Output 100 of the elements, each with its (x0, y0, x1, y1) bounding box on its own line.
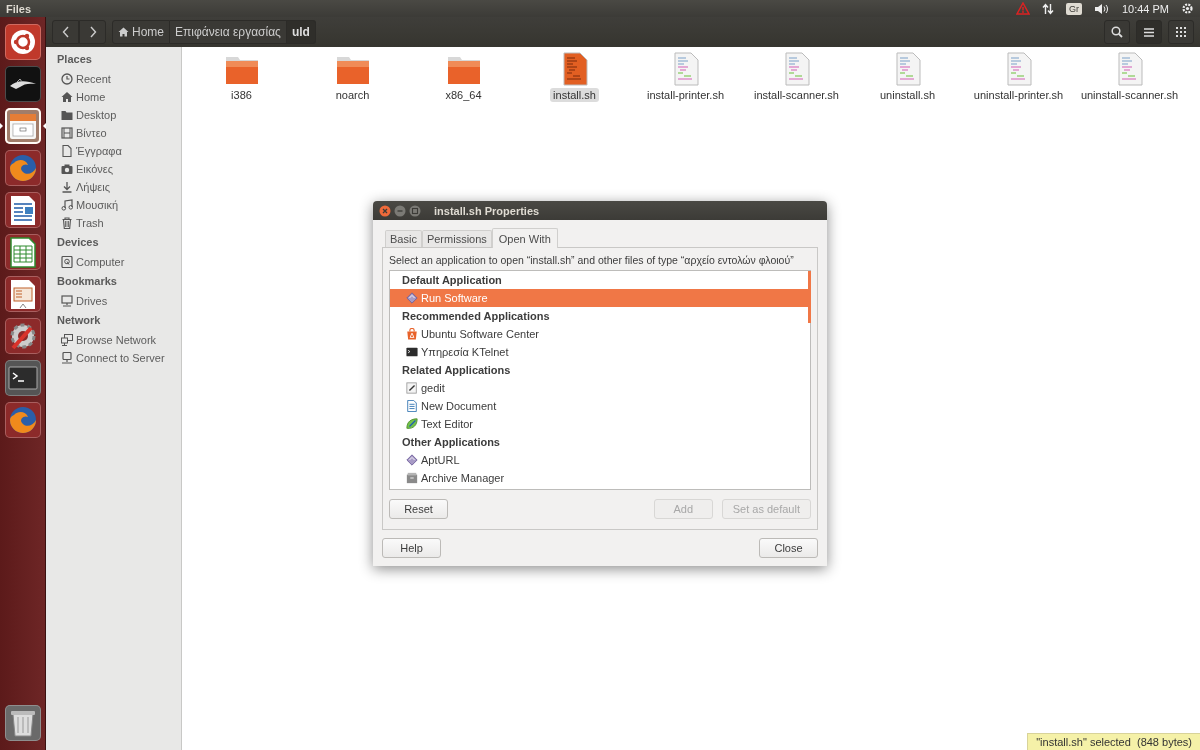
file-item[interactable]: install-printer.sh (630, 52, 741, 102)
diamond-icon (406, 292, 418, 304)
group-heading: Default Application (401, 273, 503, 288)
keyboard-layout-indicator[interactable]: Gr (1065, 2, 1082, 15)
sidebar-item[interactable]: Trash (61, 214, 104, 232)
document-icon (61, 145, 73, 157)
film-icon (61, 127, 73, 139)
wrench-gear-icon[interactable] (4, 318, 41, 354)
dragon-icon[interactable] (4, 66, 41, 102)
sidebar-item[interactable]: Connect to Server (61, 349, 165, 367)
monitor-icon (61, 295, 73, 307)
download-icon (61, 181, 73, 193)
menu-button[interactable] (1136, 20, 1162, 44)
terminal-icon[interactable] (4, 360, 41, 396)
document-app-icon[interactable] (4, 192, 41, 228)
browser-icon[interactable] (4, 402, 41, 438)
tab[interactable]: Basic (385, 230, 422, 247)
file-item[interactable]: uninstall-scanner.sh (1074, 52, 1185, 102)
forward-button[interactable] (79, 20, 106, 44)
grid-icon (1176, 27, 1186, 37)
sidebar-item[interactable]: Έγγραφα (61, 142, 122, 160)
chevron-left-icon (61, 26, 70, 38)
search-button[interactable] (1104, 20, 1130, 44)
settings-icon[interactable] (1181, 2, 1194, 15)
file-item[interactable]: x86_64 (408, 52, 519, 102)
circle-logo-icon[interactable] (4, 24, 41, 60)
help-button[interactable]: Help (382, 538, 441, 558)
terminal-icon (406, 346, 418, 358)
clock-icon (61, 73, 73, 85)
sidebar-heading: Bookmarks (57, 274, 118, 288)
group-heading: Other Applications (401, 435, 501, 450)
file-cabinet-icon[interactable] (4, 108, 41, 144)
presentation-icon[interactable] (4, 276, 41, 312)
network-arrows-icon[interactable] (1041, 2, 1054, 15)
sidebar-item[interactable]: Recent (61, 70, 111, 88)
search-icon (1111, 26, 1123, 38)
sidebar-item[interactable]: Browse Network (61, 331, 157, 349)
close-button[interactable]: Close (759, 538, 818, 558)
chevron-right-icon (88, 26, 97, 38)
breadcrumb-button[interactable]: uld (286, 20, 316, 44)
server-icon (61, 352, 73, 364)
instruction-text: Select an application to open “install.sh” and other files of type “αρχείο εντολών φλοιού” (389, 254, 795, 266)
hard-drive-icon (61, 256, 73, 268)
home-icon (118, 27, 129, 37)
file-item[interactable]: uninstall.sh (852, 52, 963, 102)
home-icon (61, 91, 73, 103)
file-item[interactable]: install.sh (519, 52, 630, 102)
text-editor-icon (406, 382, 418, 394)
sidebar-item[interactable]: Λήψεις (61, 178, 110, 196)
file-item[interactable]: install-scanner.sh (741, 52, 852, 102)
back-button[interactable] (52, 20, 79, 44)
minimize-icon[interactable] (394, 204, 406, 217)
diamond-icon (406, 454, 418, 466)
close-icon[interactable] (379, 204, 391, 217)
tab[interactable]: Permissions (421, 230, 492, 247)
menu-icon (1144, 27, 1154, 37)
sidebar-item[interactable]: Εικόνες (61, 160, 113, 178)
breadcrumb-button[interactable]: Home (112, 20, 170, 44)
leaf-pen-icon (406, 418, 418, 430)
network-icon (61, 334, 73, 346)
archive-icon (406, 472, 418, 484)
shopping-bag-icon (406, 328, 418, 340)
sidebar-item[interactable]: Μουσική (61, 196, 119, 214)
dialog-title: install.sh Properties (434, 204, 540, 217)
group-heading: Recommended Applications (401, 309, 551, 324)
application-item[interactable]: gedit (390, 379, 810, 397)
application-item[interactable]: Υπηρεσία KTelnet (390, 343, 810, 361)
group-heading: Related Applications (401, 363, 512, 378)
clock[interactable]: 10:44 PM (1121, 2, 1169, 15)
camera-icon (61, 163, 73, 175)
file-item[interactable]: noarch (297, 52, 408, 102)
trash-icon[interactable] (4, 705, 41, 741)
sidebar-item[interactable]: Computer (61, 253, 125, 271)
sidebar-item[interactable]: Βίντεο (61, 124, 107, 142)
trash-icon (61, 217, 73, 229)
application-item[interactable]: Archive Manager (390, 469, 810, 487)
sidebar-item[interactable]: Home (61, 88, 106, 106)
sidebar-item[interactable]: Desktop (61, 106, 117, 124)
application-item[interactable]: New Document (390, 397, 810, 415)
sidebar-heading: Places (57, 52, 93, 66)
browser-icon[interactable] (4, 150, 41, 186)
folder-icon (61, 109, 73, 121)
running-indicator (0, 123, 3, 129)
volume-icon[interactable] (1093, 2, 1110, 15)
tab[interactable]: Open With (491, 228, 558, 248)
file-item[interactable]: uninstall-printer.sh (963, 52, 1074, 102)
music-note-icon (61, 199, 73, 211)
sidebar-item[interactable]: Drives (61, 292, 108, 310)
grid-view-button[interactable] (1168, 20, 1194, 44)
application-item[interactable]: Text Editor (390, 415, 810, 433)
sidebar-heading: Network (57, 313, 102, 327)
app-title: Files (6, 2, 32, 15)
application-item[interactable]: Ubuntu Software Center (390, 325, 810, 343)
spreadsheet-icon[interactable] (4, 234, 41, 270)
file-item[interactable]: i386 (186, 52, 297, 102)
maximize-icon[interactable] (409, 204, 421, 217)
breadcrumb-button[interactable]: Επιφάνεια εργασίας (170, 20, 287, 44)
application-item[interactable]: AptURL (390, 451, 810, 469)
reset-button[interactable]: Reset (389, 499, 448, 519)
document-icon (406, 400, 418, 412)
